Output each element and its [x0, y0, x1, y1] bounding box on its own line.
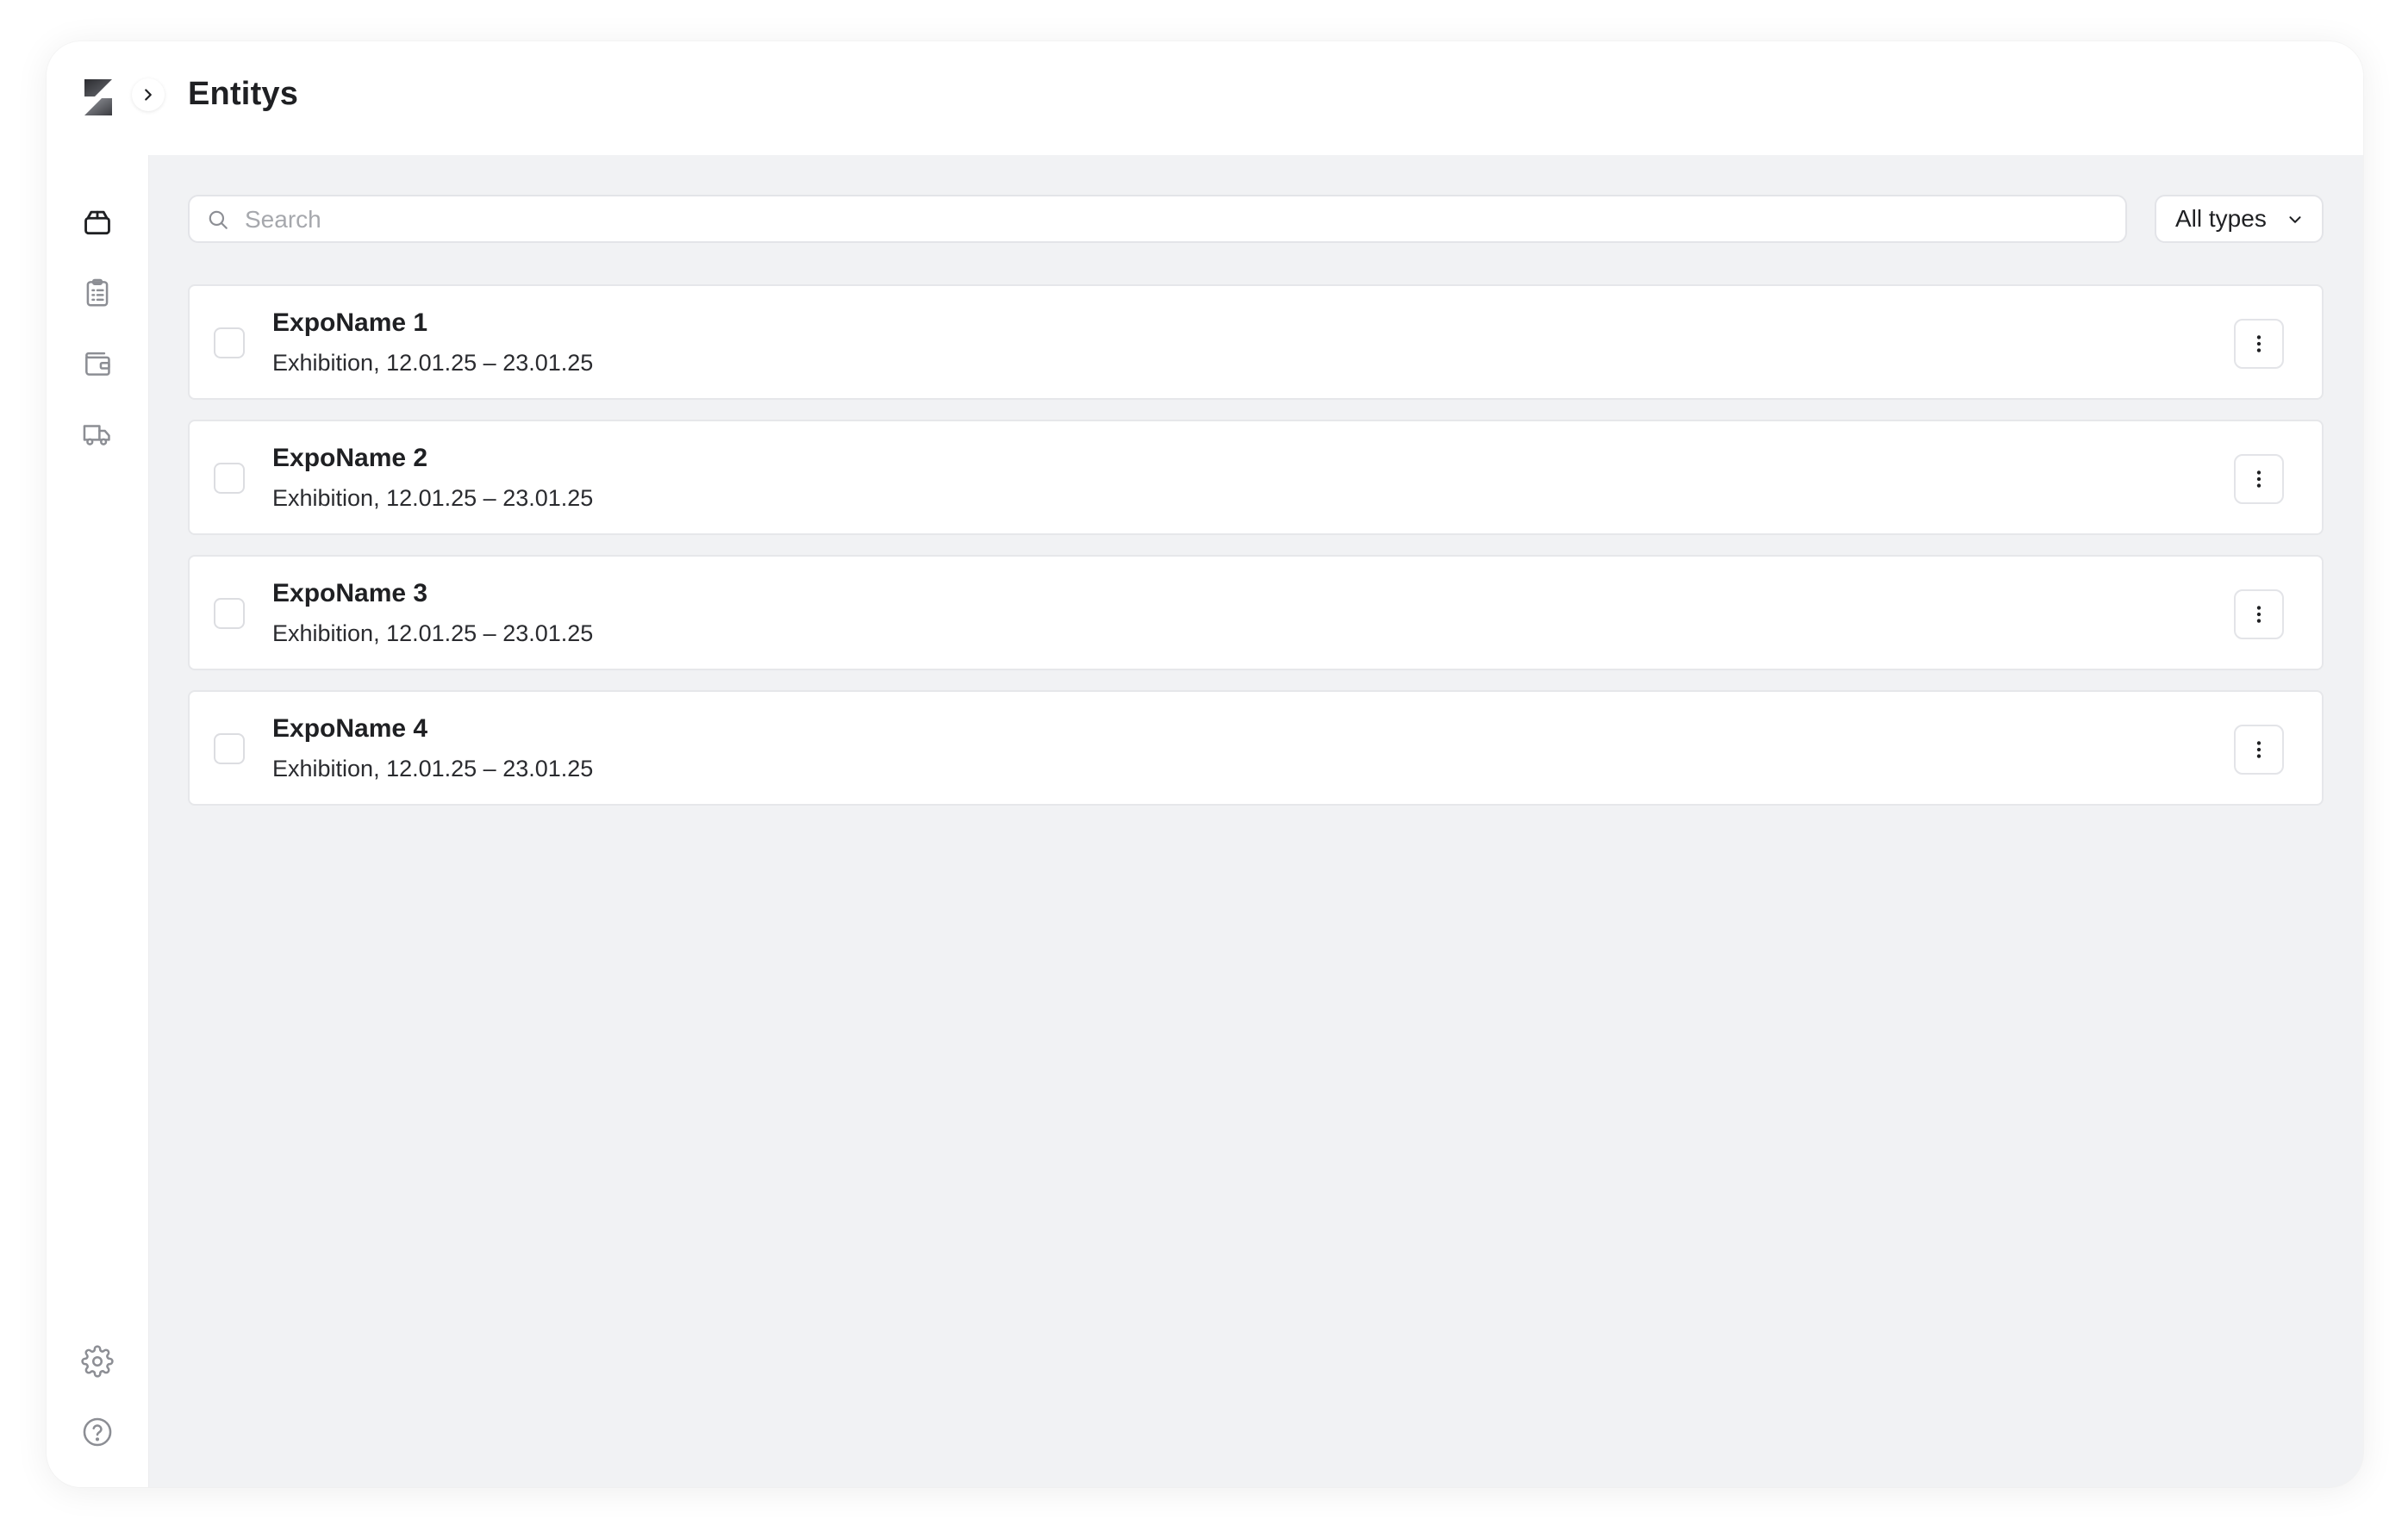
entity-more-button[interactable] [2234, 319, 2284, 369]
entity-more-button[interactable] [2234, 725, 2284, 775]
entity-card[interactable]: ExpoName 2 Exhibition, 12.01.25 – 23.01.… [188, 420, 2324, 535]
type-filter-dropdown[interactable]: All types [2155, 195, 2324, 243]
entity-checkbox[interactable] [214, 598, 245, 629]
entity-name: ExpoName 3 [272, 579, 428, 607]
more-vertical-icon [2256, 606, 2261, 623]
nav-item-tasks[interactable] [78, 274, 116, 312]
truck-icon [83, 425, 110, 445]
entity-name: ExpoName 1 [272, 308, 428, 337]
search-icon [209, 210, 228, 229]
entity-meta: Exhibition, 12.01.25 – 23.01.25 [272, 350, 594, 376]
chevron-down-icon [2289, 216, 2301, 223]
entity-meta: Exhibition, 12.01.25 – 23.01.25 [272, 756, 594, 781]
nav-item-help[interactable] [78, 1413, 116, 1451]
page-header: Entitys [148, 41, 2363, 155]
sidebar [47, 41, 149, 1487]
nav-item-finance[interactable] [78, 345, 116, 383]
search-box [188, 195, 2127, 243]
nav-item-settings[interactable] [78, 1342, 116, 1380]
help-icon [83, 1417, 112, 1447]
page-title: Entitys [188, 76, 299, 112]
sidebar-collapse-toggle[interactable] [132, 78, 165, 111]
entity-checkbox[interactable] [214, 463, 245, 494]
type-filter-label: All types [2175, 205, 2267, 232]
gear-icon [81, 1345, 114, 1378]
entity-name: ExpoName 2 [272, 444, 428, 472]
nav-item-delivery[interactable] [78, 415, 116, 453]
entity-name: ExpoName 4 [272, 714, 428, 743]
entity-meta: Exhibition, 12.01.25 – 23.01.25 [272, 620, 594, 646]
entity-card[interactable]: ExpoName 4 Exhibition, 12.01.25 – 23.01.… [188, 690, 2324, 806]
entity-more-button[interactable] [2234, 454, 2284, 504]
clipboard-list-icon [86, 278, 109, 307]
entity-meta: Exhibition, 12.01.25 – 23.01.25 [272, 485, 594, 511]
entity-card[interactable]: ExpoName 1 Exhibition, 12.01.25 – 23.01.… [188, 284, 2324, 400]
app-window: Entitys All types ExpoName 1 Exhibition,… [47, 41, 2363, 1487]
entity-more-button[interactable] [2234, 589, 2284, 639]
chevron-right-icon [145, 89, 152, 101]
more-vertical-icon [2256, 470, 2261, 488]
box-icon [84, 210, 110, 235]
entity-checkbox[interactable] [214, 327, 245, 358]
more-vertical-icon [2256, 741, 2261, 758]
nav-item-entities[interactable] [78, 203, 116, 241]
logo[interactable] [79, 76, 117, 119]
entity-list: ExpoName 1 Exhibition, 12.01.25 – 23.01.… [188, 284, 2324, 825]
entity-card[interactable]: ExpoName 3 Exhibition, 12.01.25 – 23.01.… [188, 555, 2324, 670]
search-input[interactable] [243, 196, 2112, 243]
more-vertical-icon [2256, 335, 2261, 352]
wallet-icon [85, 352, 110, 376]
entity-checkbox[interactable] [214, 733, 245, 764]
